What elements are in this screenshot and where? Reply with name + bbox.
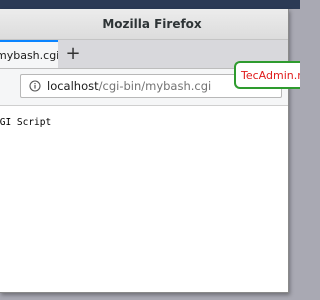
plus-icon: + xyxy=(65,42,81,64)
url-path: /cgi-bin/mybash.cgi xyxy=(98,79,212,93)
new-tab-button[interactable]: + xyxy=(63,42,83,64)
tab-label: mybash.cgi xyxy=(0,48,58,62)
url-host: localhost xyxy=(47,79,99,93)
url-text[interactable]: localhost/cgi-bin/mybash.cgi xyxy=(47,79,211,93)
title-bar[interactable]: Mozilla Firefox xyxy=(0,9,288,40)
watermark-badge: TecAdmin.net xyxy=(234,61,300,89)
browser-window: Mozilla Firefox mybash.cgi + localhost/c… xyxy=(0,9,289,293)
watermark-text: TecAdmin.net xyxy=(241,68,300,82)
page-content: CGI Script xyxy=(0,106,288,292)
page-body-text: CGI Script xyxy=(0,117,52,128)
window-title: Mozilla Firefox xyxy=(102,17,202,31)
tab-mybash-cgi[interactable]: mybash.cgi xyxy=(0,40,58,68)
desktop-top-panel xyxy=(0,0,300,9)
info-icon[interactable] xyxy=(29,80,41,92)
